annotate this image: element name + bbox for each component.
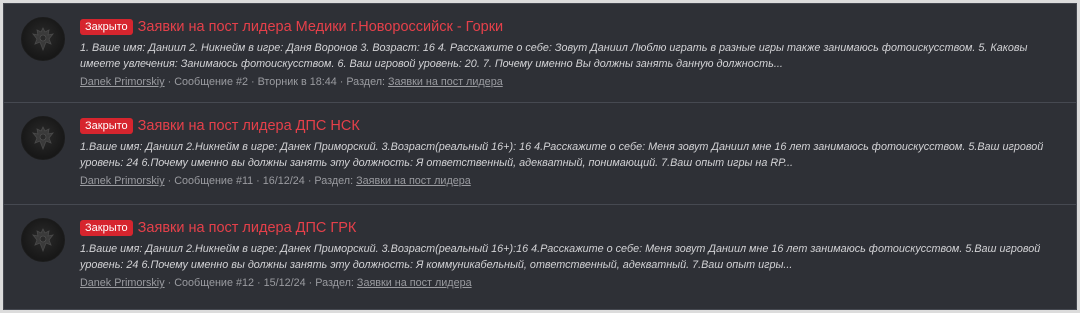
- status-badge: Закрыто: [80, 19, 133, 35]
- meta-separator: ·: [308, 277, 313, 289]
- section-label: Раздел:: [314, 175, 354, 187]
- section-link[interactable]: Заявки на пост лидера: [388, 76, 503, 88]
- section-link[interactable]: Заявки на пост лидера: [356, 175, 471, 187]
- message-number: Сообщение #11: [174, 175, 254, 187]
- avatar[interactable]: [21, 218, 65, 262]
- meta-separator: ·: [167, 277, 172, 289]
- section-label: Раздел:: [346, 76, 386, 88]
- post-snippet: 1.Ваше имя: Даниил 2.Никнейм в игре: Дан…: [80, 243, 1041, 271]
- meta-separator: ·: [256, 175, 260, 187]
- message-number: Сообщение #2: [174, 76, 248, 88]
- section-label: Раздел:: [315, 277, 354, 289]
- message-number: Сообщение #12: [174, 277, 254, 289]
- thread-title-link[interactable]: Заявки на пост лидера Медики г.Новоросси…: [138, 19, 504, 35]
- post-date: Вторник в 18:44: [257, 76, 337, 88]
- list-item: Закрыто Заявки на пост лидера ДПС ГРК 1.…: [4, 205, 1076, 309]
- author-link[interactable]: Danek Primorskiy: [80, 277, 165, 289]
- eagle-emblem-icon: [32, 228, 54, 253]
- meta-separator: ·: [167, 76, 172, 88]
- post-meta: Danek Primorskiy · Сообщение #2 · Вторник в …: [80, 75, 1062, 90]
- meta-separator: ·: [250, 76, 255, 88]
- meta-separator: ·: [307, 175, 312, 187]
- meta-separator: ·: [167, 175, 172, 187]
- avatar[interactable]: [21, 17, 65, 61]
- thread-title-link[interactable]: Заявки на пост лидера ДПС НСК: [138, 118, 360, 134]
- section-link[interactable]: Заявки на пост лидера: [357, 277, 472, 289]
- list-item: Закрыто Заявки на пост лидера Медики г.Н…: [4, 4, 1076, 103]
- post-date: 16/12/24: [262, 175, 305, 187]
- status-badge: Закрыто: [80, 118, 133, 134]
- status-badge: Закрыто: [80, 220, 133, 236]
- post-date: 15/12/24: [263, 277, 306, 289]
- eagle-emblem-icon: [32, 126, 54, 151]
- avatar[interactable]: [21, 116, 65, 160]
- meta-separator: ·: [339, 76, 344, 88]
- post-meta: Danek Primorskiy · Сообщение #11 · 16/12/24 ·…: [80, 174, 1062, 189]
- list-item: Закрыто Заявки на пост лидера ДПС НСК 1.…: [4, 103, 1076, 205]
- author-link[interactable]: Danek Primorskiy: [80, 175, 165, 187]
- post-snippet: 1. Ваше имя: Даниил 2. Никнейм в игре: Д…: [80, 42, 1028, 70]
- search-results-list: Закрыто Заявки на пост лидера Медики г.Н…: [3, 3, 1077, 310]
- author-link[interactable]: Danek Primorskiy: [80, 76, 165, 88]
- post-snippet: 1.Ваше имя: Даниил 2.Никнейм в игре: Дан…: [80, 141, 1044, 169]
- eagle-emblem-icon: [32, 27, 54, 52]
- meta-separator: ·: [256, 277, 261, 289]
- thread-title-link[interactable]: Заявки на пост лидера ДПС ГРК: [138, 220, 357, 236]
- post-meta: Danek Primorskiy · Сообщение #12 · 15/12/24 ·…: [80, 276, 1062, 291]
